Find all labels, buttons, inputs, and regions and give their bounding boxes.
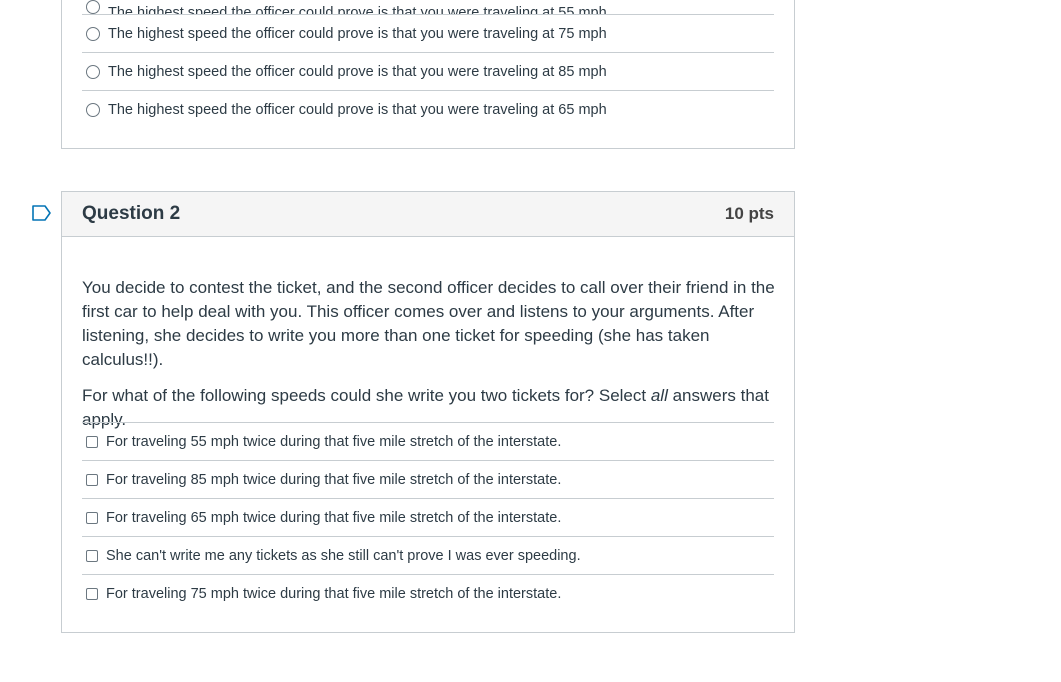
checkbox[interactable]	[86, 549, 98, 562]
answer-label: The highest speed the officer could prov…	[108, 5, 607, 15]
answer-label: For traveling 65 mph twice during that f…	[106, 509, 562, 526]
answer-label: The highest speed the officer could prov…	[108, 63, 607, 80]
answer-option[interactable]: For traveling 75 mph twice during that f…	[82, 575, 774, 612]
checkbox[interactable]	[86, 435, 98, 448]
radio-button[interactable]	[86, 26, 100, 41]
answer-label: The highest speed the officer could prov…	[108, 25, 607, 42]
question-2-answers: For traveling 55 mph twice during that f…	[82, 422, 774, 612]
question-title: Question 2	[82, 203, 181, 224]
question-1-answers: The highest speed the officer could prov…	[82, 0, 774, 128]
answer-label: For traveling 85 mph twice during that f…	[106, 471, 562, 488]
checkbox[interactable]	[86, 587, 98, 600]
question-text: You decide to contest the ticket, and th…	[82, 278, 775, 369]
instruction-emphasis: all	[650, 386, 668, 405]
checkbox[interactable]	[86, 473, 98, 486]
radio-button[interactable]	[86, 102, 100, 117]
answer-label: For traveling 75 mph twice during that f…	[106, 585, 562, 602]
checkbox[interactable]	[86, 511, 98, 524]
answer-option[interactable]: The highest speed the officer could prov…	[82, 0, 774, 15]
radio-button[interactable]	[86, 0, 100, 14]
answer-label: For traveling 55 mph twice during that f…	[106, 433, 562, 450]
radio-button[interactable]	[86, 64, 100, 79]
answer-option[interactable]: For traveling 65 mph twice during that f…	[82, 499, 774, 537]
answer-label: She can't write me any tickets as she st…	[106, 547, 581, 564]
question-header: Question 2 10 pts	[62, 192, 794, 237]
answer-option[interactable]: For traveling 85 mph twice during that f…	[82, 461, 774, 499]
answer-option[interactable]: She can't write me any tickets as she st…	[82, 537, 774, 575]
flag-question-icon[interactable]	[32, 205, 52, 221]
answer-label: The highest speed the officer could prov…	[108, 101, 607, 118]
question-2-card: Question 2 10 pts You decide to contest …	[61, 191, 795, 633]
answer-option[interactable]: The highest speed the officer could prov…	[82, 15, 774, 53]
answer-option[interactable]: For traveling 55 mph twice during that f…	[82, 423, 774, 461]
answer-option[interactable]: The highest speed the officer could prov…	[82, 53, 774, 91]
answer-option[interactable]: The highest speed the officer could prov…	[82, 91, 774, 128]
question-1-card: The highest speed the officer could prov…	[61, 0, 795, 149]
question-body: You decide to contest the ticket, and th…	[82, 276, 776, 444]
instruction-text: For what of the following speeds could s…	[82, 386, 651, 405]
question-points: 10 pts	[724, 204, 774, 223]
